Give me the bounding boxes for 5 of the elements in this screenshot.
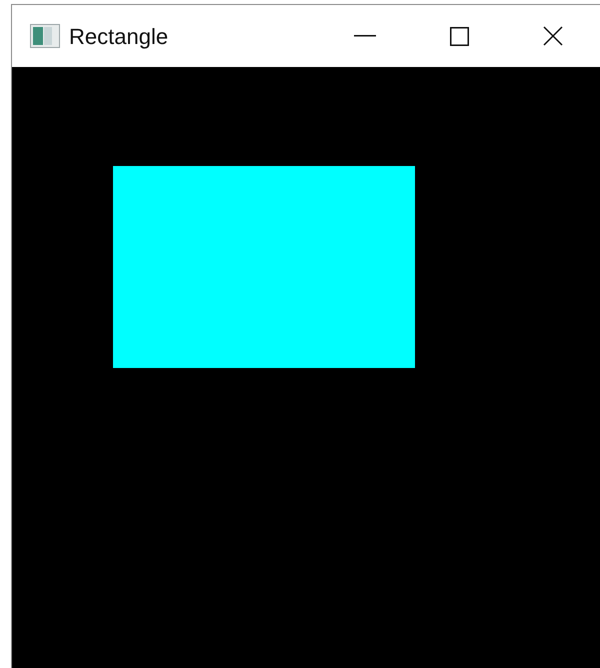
close-icon [543, 26, 563, 46]
window-title: Rectangle [69, 22, 168, 51]
app-icon [30, 24, 60, 48]
minimize-icon [354, 35, 376, 37]
maximize-icon [450, 26, 468, 46]
